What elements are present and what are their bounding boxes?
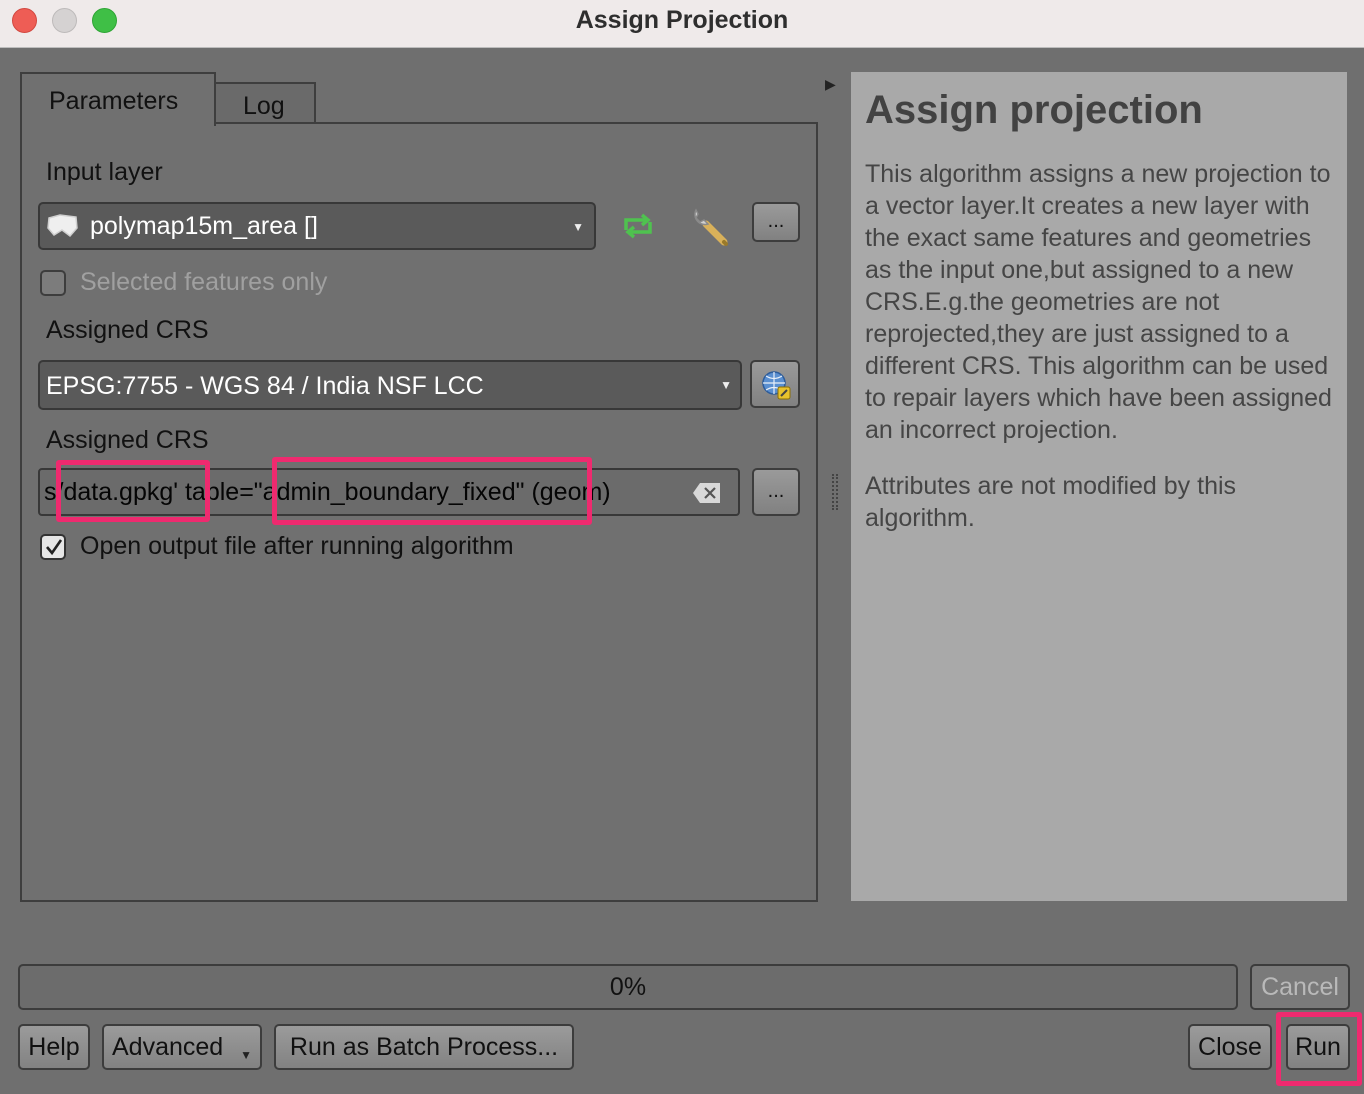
- highlight-run-button: [1276, 1012, 1362, 1086]
- collapse-help-arrow-icon[interactable]: ▶: [825, 76, 836, 93]
- refresh-icon[interactable]: [620, 210, 656, 242]
- selected-features-label: Selected features only: [80, 268, 328, 296]
- help-title: Assign projection: [865, 88, 1203, 132]
- crs-value: EPSG:7755 - WGS 84 / India NSF LCC: [46, 372, 484, 400]
- help-panel: Assign projection This algorithm assigns…: [851, 72, 1347, 901]
- help-body: This algorithm assigns a new projection …: [865, 158, 1341, 558]
- help-button[interactable]: Help: [18, 1024, 90, 1070]
- input-layer-browse-button[interactable]: ...: [752, 202, 800, 242]
- polygon-layer-icon: [47, 214, 78, 238]
- selected-features-checkbox[interactable]: [40, 270, 66, 296]
- highlight-table-name: [272, 457, 592, 525]
- crs-globe-icon: [762, 371, 791, 400]
- cancel-button[interactable]: Cancel: [1250, 964, 1350, 1010]
- splitter-handle[interactable]: [832, 474, 838, 510]
- input-layer-label: Input layer: [46, 158, 163, 186]
- crs-select-button[interactable]: [750, 360, 800, 408]
- tab-log[interactable]: Log: [214, 82, 316, 126]
- browse-dots: ...: [767, 210, 785, 232]
- browse-dots: ...: [767, 480, 785, 502]
- tab-log-label: Log: [243, 92, 285, 120]
- progress-bar: 0%: [18, 964, 1238, 1010]
- chevron-down-icon: ▼: [572, 220, 584, 234]
- clear-icon[interactable]: [692, 482, 722, 504]
- input-layer-value: polymap15m_area []: [90, 212, 318, 240]
- wrench-icon[interactable]: [690, 206, 732, 248]
- tab-parameters[interactable]: Parameters: [20, 72, 216, 126]
- tab-parameters-label: Parameters: [49, 87, 179, 115]
- title-bar: Assign Projection: [0, 0, 1364, 48]
- input-layer-combo[interactable]: polymap15m_area [] ▼: [38, 202, 596, 250]
- dialog-window: Assign Projection Parameters Log ▶ Input…: [0, 0, 1364, 1094]
- window-title: Assign Projection: [575, 6, 789, 34]
- advanced-button[interactable]: Advanced ▼: [102, 1024, 262, 1070]
- output-label: Assigned CRS: [46, 426, 209, 454]
- assigned-crs-label: Assigned CRS: [46, 316, 209, 344]
- crs-combo[interactable]: EPSG:7755 - WGS 84 / India NSF LCC ▼: [38, 360, 742, 410]
- chevron-down-icon: ▼: [720, 378, 732, 392]
- batch-process-button[interactable]: Run as Batch Process...: [274, 1024, 574, 1070]
- progress-text: 0%: [609, 973, 647, 1001]
- open-output-label: Open output file after running algorithm: [80, 532, 514, 560]
- chevron-down-icon: ▼: [240, 1048, 252, 1062]
- advanced-label: Advanced: [112, 1033, 224, 1061]
- highlight-filename: [56, 460, 210, 522]
- open-output-checkbox[interactable]: [40, 534, 66, 560]
- help-paragraph: This algorithm assigns a new projection …: [865, 160, 1332, 444]
- output-browse-button[interactable]: ...: [752, 468, 800, 516]
- help-paragraph: Attributes are not modified by this algo…: [865, 472, 1237, 532]
- checkmark-icon: [46, 539, 63, 556]
- close-button[interactable]: Close: [1188, 1024, 1272, 1070]
